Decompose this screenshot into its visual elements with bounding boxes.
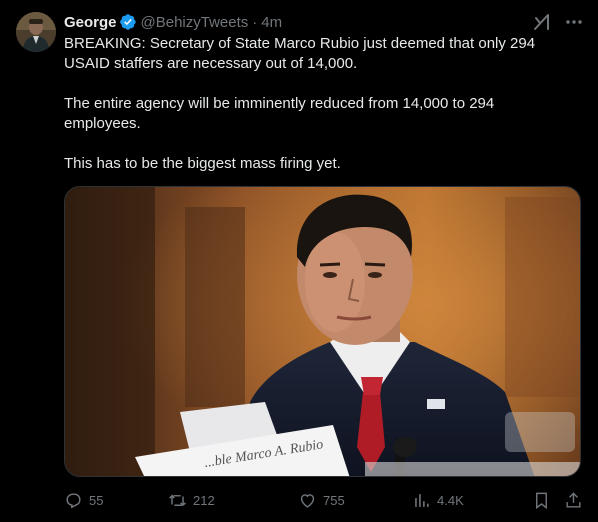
tweet-header: George @BehizyTweets · 4m bbox=[64, 12, 282, 32]
author-name[interactable]: George bbox=[64, 14, 117, 31]
tweet-paragraph: BREAKING: Secretary of State Marco Rubio… bbox=[64, 35, 536, 72]
tweet[interactable]: George @BehizyTweets · 4m BREAKING: Secr… bbox=[0, 0, 598, 522]
tweet-paragraph: This has to be the biggest mass firing y… bbox=[64, 155, 341, 172]
reply-button[interactable]: 55 bbox=[64, 491, 103, 510]
like-icon bbox=[300, 493, 315, 508]
tweet-photo[interactable]: ...ble Marco A. Rubio bbox=[64, 186, 581, 477]
share-button[interactable] bbox=[564, 491, 583, 510]
timestamp[interactable]: 4m bbox=[261, 14, 282, 31]
like-button[interactable]: 755 bbox=[298, 491, 345, 510]
avatar[interactable] bbox=[16, 12, 56, 52]
repost-count: 212 bbox=[193, 492, 215, 508]
grok-icon[interactable] bbox=[532, 12, 552, 32]
tweet-actions: 55 212 755 4.4K bbox=[60, 488, 585, 512]
like-count: 755 bbox=[323, 492, 345, 508]
tweet-paragraph: The entire agency will be imminently red… bbox=[64, 95, 495, 132]
more-icon[interactable] bbox=[564, 12, 584, 32]
top-icons bbox=[532, 12, 584, 32]
share-icon bbox=[566, 491, 581, 508]
verified-badge-icon[interactable] bbox=[119, 13, 137, 31]
views-count: 4.4K bbox=[437, 492, 464, 508]
repost-button[interactable]: 212 bbox=[168, 491, 215, 510]
reply-count: 55 bbox=[89, 492, 104, 508]
tweet-text: BREAKING: Secretary of State Marco Rubio… bbox=[64, 34, 569, 194]
reply-icon bbox=[66, 492, 81, 508]
author-handle[interactable]: @BehizyTweets bbox=[141, 14, 249, 31]
separator-dot: · bbox=[252, 13, 258, 31]
views-button[interactable]: 4.4K bbox=[412, 491, 464, 510]
views-icon bbox=[415, 493, 429, 507]
bookmark-button[interactable] bbox=[532, 491, 551, 510]
bookmark-icon bbox=[536, 492, 547, 509]
repost-icon bbox=[169, 493, 186, 506]
